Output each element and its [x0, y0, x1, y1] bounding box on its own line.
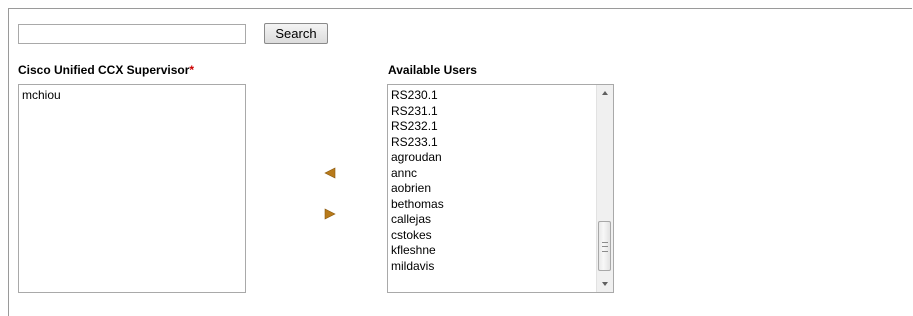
available-user-item[interactable]: annc: [391, 166, 613, 182]
available-users-scrollbar[interactable]: [596, 85, 613, 292]
supervisor-label-text: Cisco Unified CCX Supervisor: [18, 63, 190, 77]
scroll-down-icon: [602, 282, 608, 286]
scroll-grip-icon: [602, 242, 608, 252]
available-user-item[interactable]: agroudan: [391, 150, 613, 166]
available-users-label: Available Users: [388, 63, 477, 77]
search-button[interactable]: Search: [264, 23, 328, 44]
scroll-thumb[interactable]: [598, 221, 611, 271]
required-marker: *: [189, 63, 195, 77]
right-arrow-icon[interactable]: [323, 207, 337, 221]
supervisor-list-item[interactable]: mchiou: [22, 88, 245, 104]
scroll-up-icon: [602, 91, 608, 95]
available-user-item[interactable]: cstokes: [391, 228, 613, 244]
left-arrow-icon[interactable]: [323, 166, 337, 180]
available-user-item[interactable]: RS232.1: [391, 119, 613, 135]
scroll-down-button[interactable]: [597, 276, 613, 292]
supervisor-listbox[interactable]: mchiou: [18, 84, 246, 293]
available-user-item[interactable]: callejas: [391, 212, 613, 228]
available-user-item[interactable]: kfleshne: [391, 243, 613, 259]
available-users-listbox[interactable]: RS230.1 RS231.1 RS232.1 RS233.1 agroudan…: [387, 84, 614, 293]
available-user-item[interactable]: bethomas: [391, 197, 613, 213]
available-user-item[interactable]: aobrien: [391, 181, 613, 197]
scroll-up-button[interactable]: [597, 85, 613, 101]
search-input[interactable]: [18, 24, 246, 44]
available-user-item[interactable]: RS231.1: [391, 104, 613, 120]
available-user-item[interactable]: mildavis: [391, 259, 613, 275]
available-user-item[interactable]: RS230.1: [391, 88, 613, 104]
available-user-item[interactable]: RS233.1: [391, 135, 613, 151]
supervisor-label: Cisco Unified CCX Supervisor*: [18, 63, 194, 77]
